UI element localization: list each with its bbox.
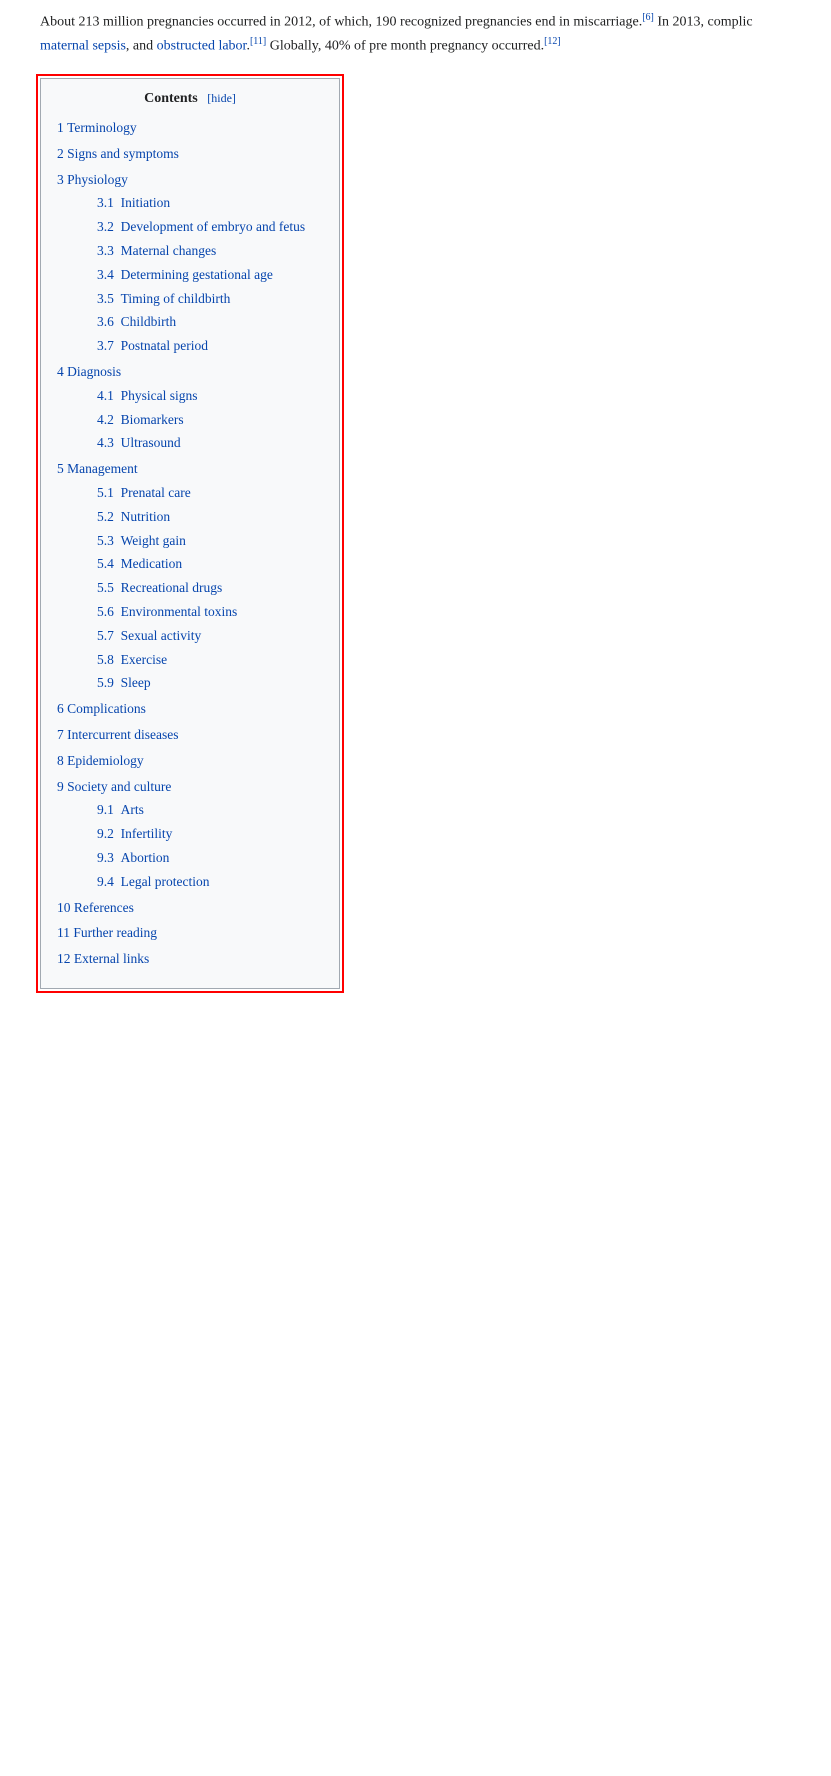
toc-link-10[interactable]: 10 References — [57, 900, 134, 915]
toc-item-6: 6 Complications — [57, 698, 323, 722]
toc-item-3-2: 3.2 Development of embryo and fetus — [97, 216, 323, 240]
maternal-sepsis-link[interactable]: maternal sepsis — [40, 39, 126, 54]
toc-list: 1 Terminology 2 Signs and symptoms 3 Physi… — [57, 117, 323, 972]
toc-link-12[interactable]: 12 External links — [57, 951, 149, 966]
toc-link-3-1[interactable]: 3.1 Initiation — [97, 195, 170, 210]
toc-hide-button[interactable]: [hide] — [207, 91, 236, 105]
toc-link-3[interactable]: 3 Physiology — [57, 172, 128, 187]
toc-item-5-8: 5.8 Exercise — [97, 649, 323, 673]
toc-item-7: 7 Intercurrent diseases — [57, 724, 323, 748]
toc-link-3-6[interactable]: 3.6 Childbirth — [97, 314, 176, 329]
toc-item-5-2: 5.2 Nutrition — [97, 506, 323, 530]
toc-item-4-3: 4.3 Ultrasound — [97, 432, 323, 456]
toc-link-5-3[interactable]: 5.3 Weight gain — [97, 533, 186, 548]
ref-11: [11] — [250, 36, 266, 47]
toc-link-4-1[interactable]: 4.1 Physical signs — [97, 388, 198, 403]
toc-link-3-7[interactable]: 3.7 Postnatal period — [97, 338, 208, 353]
toc-item-5-4: 5.4 Medication — [97, 553, 323, 577]
toc-link-2[interactable]: 2 Signs and symptoms — [57, 146, 179, 161]
toc-item-3-7: 3.7 Postnatal period — [97, 335, 323, 359]
toc-item-5-3: 5.3 Weight gain — [97, 530, 323, 554]
toc-item-9-3: 9.3 Abortion — [97, 847, 323, 871]
toc-item-11: 11 Further reading — [57, 922, 323, 946]
toc-item-5-1: 5.1 Prenatal care — [97, 482, 323, 506]
toc-item-4-1: 4.1 Physical signs — [97, 385, 323, 409]
toc-link-9[interactable]: 9 Society and culture — [57, 779, 171, 794]
toc-item-2: 2 Signs and symptoms — [57, 143, 323, 167]
toc-title: Contents [hide] — [57, 91, 323, 107]
toc-item-5: 5 Management 5.1 Prenatal care 5.2 Nutriti… — [57, 458, 323, 696]
toc-item-3-6: 3.6 Childbirth — [97, 311, 323, 335]
toc-link-4[interactable]: 4 Diagnosis — [57, 364, 121, 379]
toc-item-4: 4 Diagnosis 4.1 Physical signs 4.2 Biomark… — [57, 361, 323, 456]
toc-link-5[interactable]: 5 Management — [57, 461, 138, 476]
toc-item-5-9: 5.9 Sleep — [97, 672, 323, 696]
ref-12: [12] — [544, 36, 561, 47]
toc-link-5-5[interactable]: 5.5 Recreational drugs — [97, 580, 222, 595]
toc-link-5-6[interactable]: 5.6 Environmental toxins — [97, 604, 237, 619]
toc-item-3-3: 3.3 Maternal changes — [97, 240, 323, 264]
toc-link-6[interactable]: 6 Complications — [57, 701, 146, 716]
toc-item-9: 9 Society and culture 9.1 Arts 9.2 Inferti… — [57, 776, 323, 895]
toc-item-3-1: 3.1 Initiation — [97, 192, 323, 216]
toc-item-4-2: 4.2 Biomarkers — [97, 409, 323, 433]
toc-link-5-1[interactable]: 5.1 Prenatal care — [97, 485, 191, 500]
toc-link-3-4[interactable]: 3.4 Determining gestational age — [97, 267, 273, 282]
toc-link-9-3[interactable]: 9.3 Abortion — [97, 850, 169, 865]
toc-item-9-1: 9.1 Arts — [97, 799, 323, 823]
toc-link-4-3[interactable]: 4.3 Ultrasound — [97, 435, 181, 450]
toc-item-5-6: 5.6 Environmental toxins — [97, 601, 323, 625]
toc-item-9-4: 9.4 Legal protection — [97, 871, 323, 895]
toc-item-3: 3 Physiology 3.1 Initiation 3.2 Developmen… — [57, 169, 323, 359]
toc-item-3-5: 3.5 Timing of childbirth — [97, 288, 323, 312]
toc-link-4-2[interactable]: 4.2 Biomarkers — [97, 412, 184, 427]
toc-item-5-5: 5.5 Recreational drugs — [97, 577, 323, 601]
toc-sublist-9: 9.1 Arts 9.2 Infertility 9.3 Abortion 9.4 L… — [57, 799, 323, 894]
toc-item-12: 12 External links — [57, 948, 323, 972]
toc-link-3-2[interactable]: 3.2 Development of embryo and fetus — [97, 219, 305, 234]
toc-item-3-4: 3.4 Determining gestational age — [97, 264, 323, 288]
toc-link-5-2[interactable]: 5.2 Nutrition — [97, 509, 170, 524]
toc-link-7[interactable]: 7 Intercurrent diseases — [57, 727, 178, 742]
toc-link-9-1[interactable]: 9.1 Arts — [97, 802, 144, 817]
toc-link-5-8[interactable]: 5.8 Exercise — [97, 652, 167, 667]
toc-item-5-7: 5.7 Sexual activity — [97, 625, 323, 649]
toc-link-11[interactable]: 11 Further reading — [57, 925, 157, 940]
toc-link-3-3[interactable]: 3.3 Maternal changes — [97, 243, 216, 258]
toc-link-5-7[interactable]: 5.7 Sexual activity — [97, 628, 201, 643]
toc-link-9-4[interactable]: 9.4 Legal protection — [97, 874, 209, 889]
toc-link-5-4[interactable]: 5.4 Medication — [97, 556, 182, 571]
toc-sublist-4: 4.1 Physical signs 4.2 Biomarkers 4.3 Ultr… — [57, 385, 323, 456]
toc-link-1[interactable]: 1 Terminology — [57, 120, 137, 135]
toc-sublist-3: 3.1 Initiation 3.2 Development of embryo … — [57, 192, 323, 359]
intro-paragraph: About 213 million pregnancies occurred i… — [40, 10, 811, 58]
toc-item-10: 10 References — [57, 897, 323, 921]
ref-6: [6] — [642, 12, 654, 23]
obstructed-labor-link[interactable]: obstructed labor — [157, 39, 247, 54]
toc-link-3-5[interactable]: 3.5 Timing of childbirth — [97, 291, 230, 306]
toc-link-5-9[interactable]: 5.9 Sleep — [97, 675, 151, 690]
toc-link-8[interactable]: 8 Epidemiology — [57, 753, 144, 768]
toc-title-text: Contents — [144, 91, 198, 106]
table-of-contents: Contents [hide] 1 Terminology 2 Signs and… — [40, 78, 340, 989]
page-wrapper: About 213 million pregnancies occurred i… — [0, 0, 831, 1776]
toc-item-9-2: 9.2 Infertility — [97, 823, 323, 847]
toc-link-9-2[interactable]: 9.2 Infertility — [97, 826, 172, 841]
toc-item-1: 1 Terminology — [57, 117, 323, 141]
toc-sublist-5: 5.1 Prenatal care 5.2 Nutrition 5.3 Weight… — [57, 482, 323, 696]
toc-item-8: 8 Epidemiology — [57, 750, 323, 774]
